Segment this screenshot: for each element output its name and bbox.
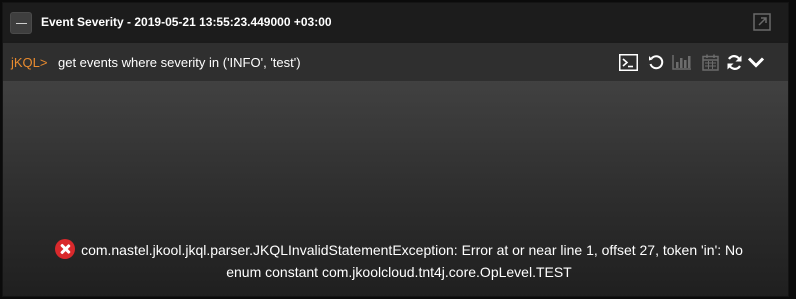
error-text-line1: com.nastel.jkool.jkql.parser.JKQLInvalid… [81, 242, 743, 258]
query-bar: jKQL> get events where severity in ('INF… [3, 43, 788, 81]
event-severity-panel: Event Severity - 2019-05-21 13:55:23.449… [2, 2, 789, 297]
chevron-down-icon[interactable] [746, 53, 766, 71]
panel-title: Event Severity - 2019-05-21 13:55:23.449… [41, 15, 332, 29]
error-text-line2: enum constant com.jkoolcloud.tnt4j.core.… [226, 264, 572, 280]
jkql-prompt: jKQL> [11, 55, 48, 70]
query-result-area: com.nastel.jkool.jkql.parser.JKQLInvalid… [3, 81, 788, 296]
calendar-icon[interactable] [700, 53, 720, 71]
collapse-button[interactable] [10, 12, 32, 34]
query-input[interactable]: get events where severity in ('INFO', 't… [58, 55, 301, 70]
error-message: com.nastel.jkool.jkql.parser.JKQLInvalid… [19, 239, 779, 283]
refresh-history-icon[interactable] [646, 53, 666, 71]
popout-icon[interactable] [753, 13, 771, 31]
terminal-icon[interactable] [618, 53, 638, 71]
bar-chart-icon[interactable] [672, 53, 692, 71]
error-icon [55, 239, 76, 259]
panel-title-bar: Event Severity - 2019-05-21 13:55:23.449… [3, 3, 788, 41]
minus-icon [16, 23, 27, 24]
sync-icon[interactable] [724, 53, 744, 71]
